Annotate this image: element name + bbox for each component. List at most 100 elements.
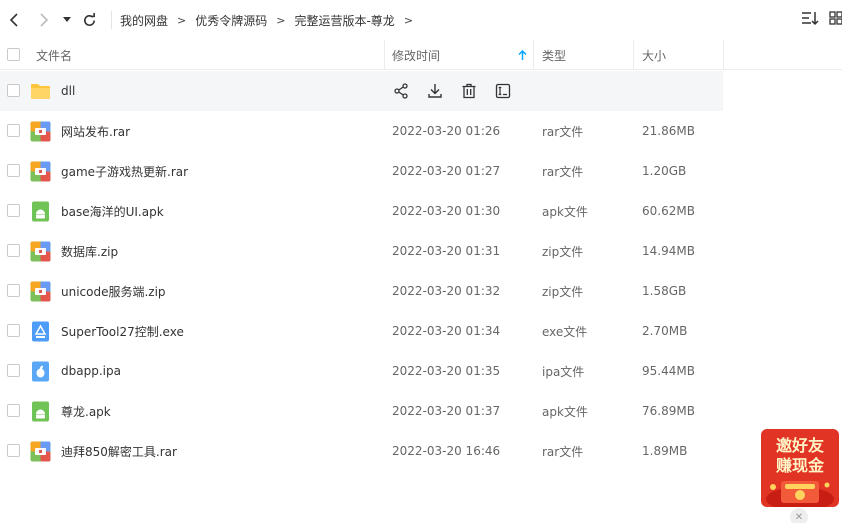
file-size: 1.20GB xyxy=(642,164,687,178)
file-size: 1.89MB xyxy=(642,444,688,458)
file-name[interactable]: base海洋的UI.apk xyxy=(61,191,164,231)
file-name[interactable]: 数据库.zip xyxy=(61,231,118,271)
file-modified: 2022-03-20 01:32 xyxy=(392,284,501,298)
breadcrumb-separator: > xyxy=(276,14,286,27)
row-checkbox[interactable] xyxy=(7,404,20,417)
file-size: 60.62MB xyxy=(642,204,695,218)
breadcrumb-item[interactable]: 完整运营版本-尊龙 xyxy=(294,12,394,29)
file-row[interactable]: 尊龙.apk 2022-03-20 01:37 apk文件 76.89MB xyxy=(0,391,842,431)
archive-icon xyxy=(30,121,51,142)
row-checkbox[interactable] xyxy=(7,124,20,137)
forward-button[interactable] xyxy=(33,10,53,30)
toolbar: 我的网盘 > 优秀令牌源码 > 完整运营版本-尊龙 > xyxy=(0,0,842,40)
history-dropdown[interactable] xyxy=(59,10,75,30)
row-checkbox[interactable] xyxy=(7,164,20,177)
file-modified: 2022-03-20 01:26 xyxy=(392,124,501,138)
file-modified: 2022-03-20 01:27 xyxy=(392,164,501,178)
row-checkbox[interactable] xyxy=(7,444,20,457)
red-packet-icon xyxy=(766,481,834,507)
invite-promo-banner[interactable]: 邀好友 赚现金 xyxy=(761,429,839,507)
file-type: zip文件 xyxy=(542,244,584,259)
download-button[interactable] xyxy=(426,82,444,100)
column-type[interactable]: 类型 xyxy=(542,40,566,70)
file-type: exe文件 xyxy=(542,324,588,339)
folder-icon xyxy=(30,81,51,102)
row-checkbox[interactable] xyxy=(7,324,20,337)
grid-view-button[interactable] xyxy=(829,11,842,25)
file-type: ipa文件 xyxy=(542,364,585,379)
refresh-button[interactable] xyxy=(79,10,99,30)
row-checkbox[interactable] xyxy=(7,244,20,257)
file-row[interactable]: unicode服务端.zip 2022-03-20 01:32 zip文件 1.58G… xyxy=(0,271,842,311)
sort-button[interactable] xyxy=(801,11,819,26)
file-modified: 2022-03-20 01:34 xyxy=(392,324,501,338)
download-icon xyxy=(428,84,442,98)
sort-ascending-icon[interactable] xyxy=(518,40,527,70)
row-checkbox[interactable] xyxy=(7,204,20,217)
trash-icon xyxy=(462,83,476,99)
grid-icon xyxy=(829,11,842,25)
toolbar-divider xyxy=(111,11,112,29)
select-all-checkbox[interactable] xyxy=(7,48,20,61)
column-size[interactable]: 大小 xyxy=(642,40,666,70)
file-row[interactable]: 数据库.zip 2022-03-20 01:31 zip文件 14.94MB xyxy=(0,231,842,271)
file-row[interactable]: dbapp.ipa 2022-03-20 01:35 ipa文件 95.44MB xyxy=(0,351,842,391)
file-name[interactable]: dll xyxy=(61,71,75,111)
file-row[interactable]: base海洋的UI.apk 2022-03-20 01:30 apk文件 60.62M… xyxy=(0,191,842,231)
file-type: apk文件 xyxy=(542,204,588,219)
column-divider xyxy=(384,40,385,70)
archive-icon xyxy=(30,161,51,182)
back-button[interactable] xyxy=(5,10,25,30)
breadcrumb: 我的网盘 > 优秀令牌源码 > 完整运营版本-尊龙 > xyxy=(120,12,422,29)
column-name[interactable]: 文件名 xyxy=(36,40,72,70)
ipa-icon xyxy=(30,361,51,382)
file-name[interactable]: dbapp.ipa xyxy=(61,351,121,391)
archive-icon xyxy=(30,241,51,262)
column-divider xyxy=(723,40,724,70)
file-row[interactable]: dll xyxy=(0,71,723,111)
promo-close-button[interactable]: ✕ xyxy=(790,508,808,523)
arrow-up-icon xyxy=(518,50,527,60)
file-row[interactable]: 迪拜850解密工具.rar 2022-03-20 16:46 rar文件 1.89MB xyxy=(0,431,842,471)
file-row[interactable]: game子游戏热更新.rar 2022-03-20 01:27 rar文件 1.20G… xyxy=(0,151,842,191)
column-modified[interactable]: 修改时间 xyxy=(392,40,440,70)
file-modified: 2022-03-20 16:46 xyxy=(392,444,501,458)
file-name[interactable]: unicode服务端.zip xyxy=(61,271,166,311)
file-row[interactable]: SuperTool27控制.exe 2022-03-20 01:34 exe文件 2.… xyxy=(0,311,842,351)
share-icon xyxy=(394,83,408,99)
breadcrumb-item[interactable]: 优秀令牌源码 xyxy=(195,12,267,29)
rename-icon xyxy=(495,83,511,99)
file-name[interactable]: 网站发布.rar xyxy=(61,111,130,151)
row-checkbox[interactable] xyxy=(7,84,20,97)
file-name[interactable]: game子游戏热更新.rar xyxy=(61,151,188,191)
archive-icon xyxy=(30,281,51,302)
breadcrumb-separator: > xyxy=(177,14,187,27)
file-row[interactable]: 网站发布.rar 2022-03-20 01:26 rar文件 21.86MB xyxy=(0,111,842,151)
breadcrumb-separator: > xyxy=(403,14,414,27)
file-size: 21.86MB xyxy=(642,124,695,138)
row-checkbox[interactable] xyxy=(7,284,20,297)
file-size: 76.89MB xyxy=(642,404,695,418)
file-modified: 2022-03-20 01:31 xyxy=(392,244,501,258)
file-modified: 2022-03-20 01:30 xyxy=(392,204,501,218)
file-modified: 2022-03-20 01:35 xyxy=(392,364,501,378)
file-name[interactable]: 迪拜850解密工具.rar xyxy=(61,431,177,471)
file-type: rar文件 xyxy=(542,124,584,139)
file-name[interactable]: 尊龙.apk xyxy=(61,391,111,431)
apk-icon xyxy=(30,201,51,222)
file-size: 1.58GB xyxy=(642,284,687,298)
file-name[interactable]: SuperTool27控制.exe xyxy=(61,311,184,351)
rename-button[interactable] xyxy=(494,82,512,100)
breadcrumb-item[interactable]: 我的网盘 xyxy=(120,12,168,29)
exe-icon xyxy=(30,321,51,342)
refresh-icon xyxy=(83,12,95,26)
file-type: zip文件 xyxy=(542,284,584,299)
share-button[interactable] xyxy=(392,82,410,100)
delete-button[interactable] xyxy=(460,82,478,100)
file-type: rar文件 xyxy=(542,444,584,459)
file-size: 14.94MB xyxy=(642,244,695,258)
file-type: rar文件 xyxy=(542,164,584,179)
close-icon: ✕ xyxy=(794,511,804,523)
row-checkbox[interactable] xyxy=(7,364,20,377)
archive-icon xyxy=(30,441,51,462)
